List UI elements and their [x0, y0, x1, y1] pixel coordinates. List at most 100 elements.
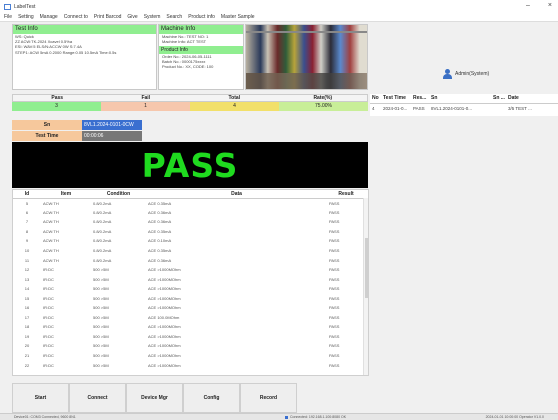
table-cell: ACW:TH	[43, 238, 59, 244]
pass-rate: 75.00%	[279, 102, 368, 111]
column-header[interactable]: Sn	[429, 94, 491, 104]
table-cell: 0.8/0.2mA	[93, 219, 112, 225]
rate-header: Rate(%)	[313, 95, 333, 101]
column-header[interactable]: Sn ...	[491, 94, 506, 104]
table-row[interactable]: 8 ACW:TH 0.8/0.2mA ACE 0.35mA PASS	[13, 227, 365, 237]
column-header[interactable]: No	[370, 94, 381, 104]
column-header[interactable]: Data	[146, 190, 327, 199]
test-time-label: Test Time	[12, 131, 82, 141]
menu-file[interactable]: File	[4, 14, 12, 20]
table-cell: 500 >5M	[93, 267, 109, 273]
action-bar: Start Connect Device Mgr Config Record	[12, 383, 297, 413]
menu-setting[interactable]: Setting	[18, 14, 34, 20]
column-header[interactable]: Condition	[91, 190, 146, 199]
column-header[interactable]: Test Time	[381, 94, 411, 104]
table-cell: PASS	[329, 209, 340, 215]
config-button[interactable]: Config	[183, 383, 240, 413]
history-row[interactable]: 4 2024-01-0... PASS 8VL1.2024-0101-0... …	[370, 103, 558, 113]
table-row[interactable]: 13 IR:DC 500 >5M ACE >1000MOhm PASS	[13, 274, 365, 284]
table-cell: ACW:TH	[43, 209, 59, 215]
table-cell: ACW:TH	[43, 248, 59, 253]
table-cell: IR:DC	[43, 267, 54, 273]
table-row[interactable]: 7 ACW:TH 0.8/0.2mA ACE 0.36mA PASS	[13, 217, 365, 227]
status-connection: Connected: 192.168.1.100:8080 OK	[285, 414, 346, 420]
table-cell: 500 >5M	[93, 286, 109, 292]
table-row[interactable]: 15 IR:DC 500 >5M ACE >1000MOhm PASS	[13, 293, 365, 303]
user-indicator[interactable]: Admin(System)	[443, 69, 489, 79]
history-cell: 3/5 TEST ...	[508, 105, 532, 111]
minimize-button[interactable]: –	[526, 2, 530, 9]
table-row[interactable]: 20 IR:DC 500 >5M ACE >1000MOhm PASS	[13, 341, 365, 351]
test-items-table: Id Item Condition Data Result 5 ACW:TH 0.8…	[12, 189, 369, 376]
table-cell: ACE 0.36mA	[148, 219, 172, 225]
column-header[interactable]: Id	[13, 190, 41, 199]
column-header[interactable]: Date	[506, 94, 558, 104]
result-banner: PASS	[12, 142, 368, 188]
device-mgr-button[interactable]: Device Mgr	[126, 383, 183, 413]
table-cell: ACW:TH	[43, 228, 59, 234]
history-table: No Test Time Res... Sn Sn ... Date 4 202…	[370, 94, 558, 116]
table-row[interactable]: 14 IR:DC 500 >5M ACE >1000MOhm PASS	[13, 284, 365, 294]
table-cell: 18	[24, 324, 30, 330]
table-cell: 9	[25, 238, 29, 244]
table-cell: 11	[24, 257, 30, 263]
menu-system[interactable]: System	[144, 14, 161, 20]
menu-print-barcode[interactable]: Print Barcod	[94, 14, 122, 20]
connect-button[interactable]: Connect	[69, 383, 126, 413]
table-cell: ACW:TH	[43, 200, 59, 206]
table-cell: 14	[24, 286, 30, 292]
app-icon	[4, 3, 11, 10]
table-cell: IR:DC	[43, 286, 54, 292]
table-row[interactable]: 17 IR:DC 500 >5M ACE 100.0MOhm PASS	[13, 313, 365, 323]
table-cell: IR:DC	[43, 333, 54, 339]
menu-search[interactable]: Search	[166, 14, 182, 20]
history-cell: 2024-01-0...	[383, 105, 408, 111]
result-text: PASS	[141, 145, 239, 185]
menu-connect[interactable]: Connect to	[64, 14, 88, 20]
table-cell: 0.8/0.2mA	[93, 200, 112, 206]
table-row[interactable]: 9 ACW:TH 0.8/0.2mA ACE 0.10mA PASS	[13, 236, 365, 246]
items-scrollbar[interactable]	[363, 198, 368, 375]
table-cell: PASS	[329, 314, 340, 320]
table-cell: ACE >1000MOhm	[148, 343, 181, 349]
table-row[interactable]: 6 ACW:TH 0.8/0.2mA ACE 0.36mA PASS	[13, 208, 365, 218]
scrollbar-thumb[interactable]	[365, 238, 368, 298]
start-button[interactable]: Start	[12, 383, 69, 413]
menu-give[interactable]: Give	[127, 14, 137, 20]
fail-count: 1	[101, 102, 190, 111]
sn-input[interactable]	[82, 120, 142, 130]
table-row[interactable]: 18 IR:DC 500 >5M ACE >1000MOhm PASS	[13, 322, 365, 332]
menu-product-info[interactable]: Product info	[188, 14, 215, 20]
menu-master-sample[interactable]: Master Sample	[221, 14, 255, 20]
column-header[interactable]: Result	[327, 190, 365, 199]
table-cell: ACE >1000MOhm	[148, 333, 181, 339]
table-row[interactable]: 22 IR:DC 500 >5M ACE >1000MOhm PASS	[13, 360, 365, 370]
user-label: Admin(System)	[455, 71, 490, 77]
table-cell: 500 >5M	[93, 276, 109, 282]
window-title: LabelTest	[14, 3, 36, 10]
column-header[interactable]: Res...	[411, 94, 429, 104]
record-button[interactable]: Record	[240, 383, 297, 413]
table-cell: PASS	[329, 286, 340, 292]
machine-info-panel: Machine Info Machine No.: TEST NO: 1 Mac…	[158, 24, 244, 90]
test-info-line: STEP1: ACW 5mA 0.2000 Range:0.05 10.5mA …	[15, 49, 117, 55]
table-cell: 21	[24, 353, 30, 359]
test-time-row: Test Time 00:00:06	[12, 131, 368, 141]
table-row[interactable]: 10 ACW:TH 0.8/0.2mA ACE 0.35mA PASS	[13, 246, 365, 256]
table-row[interactable]: 11 ACW:TH 0.8/0.2mA ACE 0.36mA PASS	[13, 255, 365, 265]
table-row[interactable]: 19 IR:DC 500 >5M ACE >1000MOhm PASS	[13, 332, 365, 342]
close-button[interactable]: ×	[548, 2, 552, 9]
table-row[interactable]: 12 IR:DC 500 >5M ACE >1000MOhm PASS	[13, 265, 365, 275]
table-cell: ACE 100.0MOhm	[148, 314, 180, 320]
menu-manage[interactable]: Manage	[40, 14, 58, 20]
status-connection-text: Connected: 192.168.1.100:8080 OK	[290, 415, 347, 419]
table-row[interactable]: 16 IR:DC 500 >5M ACE >1000MOhm PASS	[13, 303, 365, 313]
table-cell: IR:DC	[43, 362, 54, 368]
table-row[interactable]: 21 IR:DC 500 >5M ACE >1000MOhm PASS	[13, 351, 365, 361]
status-device: Device01: COM3 Connected, 9600 8N1	[14, 415, 76, 419]
table-row[interactable]: 5 ACW:TH 0.8/0.2mA ACE 0.35mA PASS	[13, 198, 365, 208]
table-cell: 15	[24, 295, 30, 301]
column-header[interactable]: Item	[41, 190, 91, 199]
table-cell: 0.8/0.2mA	[93, 248, 112, 253]
table-cell: ACE >1000MOhm	[148, 324, 181, 330]
